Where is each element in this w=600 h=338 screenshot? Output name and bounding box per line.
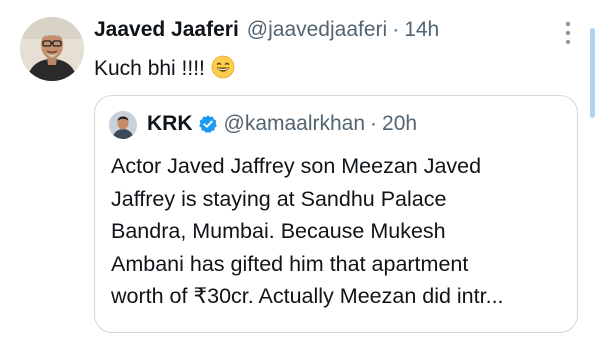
tweet-text: Kuch bhi !!!! bbox=[94, 55, 235, 87]
quoted-tweet-text: Actor Javed Jaffrey son Meezan Javed Jaf… bbox=[111, 150, 573, 313]
tweet-text-content: Kuch bhi !!!! bbox=[94, 57, 205, 80]
quoted-text-line: Bandra, Mumbai. Because Mukesh bbox=[111, 219, 446, 243]
verified-badge-icon bbox=[198, 114, 218, 134]
tweet[interactable]: Jaaved Jaaferi @jaavedjaaferi · 14h Kuch… bbox=[0, 0, 600, 338]
tweet-header: Jaaved Jaaferi @jaavedjaaferi · 14h bbox=[94, 16, 439, 44]
quoted-text-line: Ambani has gifted him that apartment bbox=[111, 251, 469, 276]
quoted-author-avatar[interactable] bbox=[109, 111, 137, 139]
tweet-timestamp[interactable]: 14h bbox=[404, 16, 439, 44]
quoted-tweet-header: KRK @kamaalrkhan · 20h bbox=[147, 110, 417, 138]
author-avatar[interactable] bbox=[20, 17, 84, 81]
more-options-icon[interactable] bbox=[560, 20, 576, 46]
quoted-header-separator: · bbox=[370, 112, 378, 135]
quoted-author-handle[interactable]: @kamaalrkhan bbox=[224, 110, 366, 138]
author-handle[interactable]: @jaavedjaaferi bbox=[247, 16, 387, 44]
quoted-text-line: Actor Javed Jaffrey son Meezan Javed bbox=[111, 154, 482, 178]
author-display-name[interactable]: Jaaved Jaaferi bbox=[94, 16, 239, 44]
quoted-text-line: Jaffrey is staying at Sandhu Palace bbox=[111, 186, 447, 211]
quoted-text-line: worth of ₹30cr. Actually Meezan did intr… bbox=[111, 284, 504, 308]
quoted-tweet-timestamp[interactable]: 20h bbox=[382, 110, 417, 138]
scrollbar[interactable] bbox=[590, 28, 595, 118]
quoted-author-display-name[interactable]: KRK bbox=[147, 110, 193, 138]
header-separator: · bbox=[392, 18, 400, 41]
grinning-face-icon bbox=[211, 55, 235, 87]
quoted-tweet[interactable]: KRK @kamaalrkhan · 20h Actor Javed Jaffr… bbox=[94, 95, 578, 333]
